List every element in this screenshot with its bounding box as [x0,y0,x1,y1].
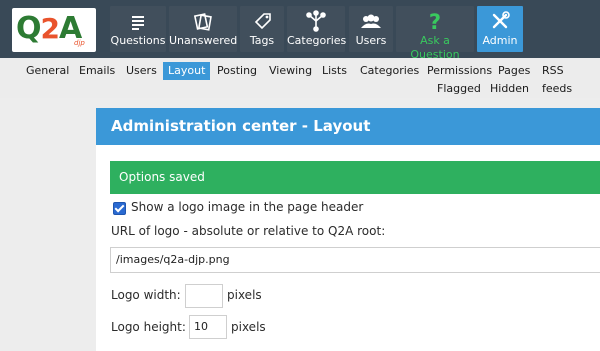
admin-panel: Administration center - Layout Options s… [96,108,600,351]
nav-admin[interactable]: Admin [477,6,523,52]
logo-height-input[interactable]: 10 [189,315,227,339]
tools-icon [477,10,523,34]
nav-users[interactable]: Users [349,6,393,52]
nav-tags[interactable]: Tags [240,6,284,52]
site-logo[interactable]: Q2A djp [12,8,96,52]
subnav-users[interactable]: Users [121,62,162,80]
subnav-hidden[interactable]: Hidden [485,80,534,98]
nav-label: Tags [249,34,275,47]
nav-label: Questions [110,34,166,47]
subnav-categories[interactable]: Categories [355,62,424,80]
show-logo-checkbox[interactable] [113,202,126,215]
nav-unanswered[interactable]: Unanswered [169,6,237,52]
question-mark-icon: ? [428,10,442,34]
unanswered-icon [169,10,237,34]
subnav-layout[interactable]: Layout [163,62,211,80]
logo-width-unit: pixels [227,288,262,302]
nav-label: Admin [482,34,518,47]
subnav-emails[interactable]: Emails [74,62,120,80]
logo-url-input[interactable]: /images/q2a-djp.png [110,247,600,273]
tag-icon [240,10,284,34]
subnav-viewing[interactable]: Viewing [264,62,317,80]
logo-url-label: URL of logo - absolute or relative to Q2… [111,224,386,238]
subnav-permissions[interactable]: Permissions [422,62,497,80]
subnav-posting[interactable]: Posting [212,62,262,80]
show-logo-label[interactable]: Show a logo image in the page header [131,200,363,214]
questions-icon [110,10,166,34]
subnav-pages[interactable]: Pages [493,62,535,80]
nav-label: Unanswered [169,34,238,47]
subnav-general[interactable]: General [21,62,74,80]
logo-subtext: djp [74,39,85,47]
subnav-rss-feeds[interactable]: RSS feeds [537,62,600,95]
categories-icon [287,10,345,34]
nav-ask-question[interactable]: ? Ask a Question [396,6,474,61]
logo-height-unit: pixels [231,320,266,334]
subnav-flagged[interactable]: Flagged [432,80,486,98]
nav-categories[interactable]: Categories [287,6,347,52]
users-icon [349,10,393,34]
success-message: Options saved [110,161,600,194]
nav-questions[interactable]: Questions [110,6,166,52]
admin-subnav: General Emails Users Layout Posting View… [0,58,600,98]
logo-width-label: Logo width: [111,288,181,302]
page-title: Administration center - Layout [96,108,600,145]
top-navbar: Q2A djp Questions Unanswered Tags Catego… [0,0,600,61]
logo-height-label: Logo height: [111,320,186,334]
subnav-lists[interactable]: Lists [317,62,352,80]
nav-label: Categories [287,34,347,47]
nav-label: Users [355,34,387,47]
logo-width-input[interactable] [185,284,223,308]
